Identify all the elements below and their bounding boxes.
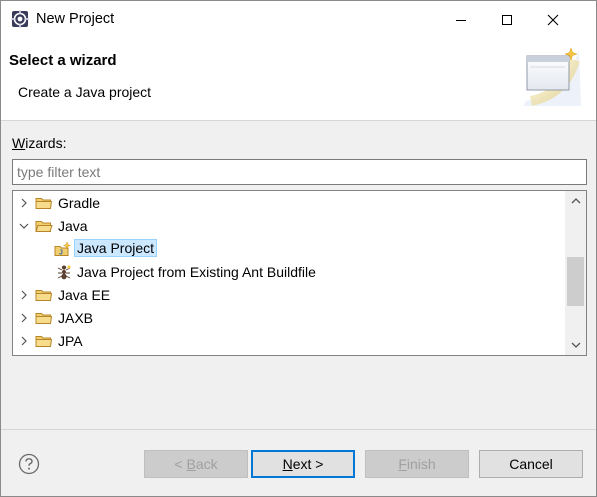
back-rest: ack bbox=[195, 456, 218, 472]
wizard-tree[interactable]: Gradle Java J Java Project Java Project … bbox=[12, 190, 587, 356]
wizards-label-mnemonic: W bbox=[12, 135, 26, 151]
scroll-down-button[interactable] bbox=[565, 335, 586, 355]
tree-item-label: Gradle bbox=[58, 195, 101, 211]
back-mnemonic: B bbox=[186, 456, 196, 472]
tree-item-jpa[interactable]: JPA bbox=[13, 330, 565, 353]
scroll-thumb[interactable] bbox=[567, 257, 584, 306]
minimize-icon bbox=[456, 19, 466, 21]
tree-item-java-project[interactable]: J Java Project bbox=[13, 238, 565, 261]
ant-icon bbox=[57, 264, 72, 280]
banner-description: Create a Java project bbox=[18, 84, 152, 100]
tree-item-label: Java Project bbox=[74, 239, 158, 257]
close-icon bbox=[547, 14, 559, 25]
filter-input[interactable] bbox=[12, 159, 587, 185]
tree-item-label: JAXB bbox=[58, 310, 94, 326]
next-rest: ext > bbox=[292, 456, 324, 472]
tree-item-label: JPA bbox=[58, 333, 83, 349]
chevron-right-icon[interactable] bbox=[18, 334, 30, 348]
eclipse-app-icon bbox=[11, 10, 29, 28]
wizard-header-banner: Select a wizard Create a Java project bbox=[1, 38, 596, 121]
maximize-icon bbox=[502, 14, 512, 25]
svg-text:J: J bbox=[59, 250, 63, 257]
tree-item-label: Java bbox=[58, 218, 88, 234]
chevron-down-icon bbox=[571, 342, 580, 348]
chevron-down-icon[interactable] bbox=[18, 219, 30, 233]
window-title: New Project bbox=[36, 11, 115, 27]
folder-icon bbox=[35, 336, 53, 347]
finish-button[interactable]: Finish bbox=[365, 450, 469, 478]
help-icon[interactable] bbox=[18, 453, 40, 475]
folder-icon bbox=[35, 313, 53, 324]
tree-item-java[interactable]: Java bbox=[13, 215, 565, 238]
title-bar[interactable]: New Project bbox=[1, 1, 596, 38]
wizards-label: Wizards: bbox=[12, 135, 66, 151]
folder-icon bbox=[35, 290, 53, 301]
chevron-up-icon bbox=[571, 198, 580, 204]
back-button[interactable]: < Back bbox=[144, 450, 248, 478]
tree-item-label: Java Project from Existing Ant Buildfile bbox=[77, 264, 316, 280]
chevron-right-icon[interactable] bbox=[18, 288, 30, 302]
maximize-button[interactable] bbox=[484, 1, 530, 38]
tree-vertical-scrollbar[interactable] bbox=[565, 191, 586, 355]
finish-rest: inish bbox=[406, 456, 436, 472]
chevron-right-icon[interactable] bbox=[18, 196, 30, 210]
tree-item-java-project-from-ant[interactable]: Java Project from Existing Ant Buildfile bbox=[13, 261, 565, 284]
folder-icon bbox=[35, 198, 53, 209]
back-prefix: < bbox=[174, 456, 187, 472]
folder-open-icon bbox=[35, 221, 53, 232]
tree-item-java-ee[interactable]: Java EE bbox=[13, 284, 565, 307]
minimize-button[interactable] bbox=[438, 1, 484, 38]
tree-item-label: Java EE bbox=[58, 287, 111, 303]
new-wizard-banner-icon bbox=[523, 47, 581, 106]
next-button[interactable]: Next > bbox=[251, 450, 355, 478]
chevron-right-icon[interactable] bbox=[18, 311, 30, 325]
cancel-button[interactable]: Cancel bbox=[479, 450, 583, 478]
new-project-dialog: New Project Select a wizard Create a Jav… bbox=[0, 0, 597, 497]
finish-mnemonic: F bbox=[398, 456, 407, 472]
next-mnemonic: N bbox=[282, 456, 293, 472]
banner-title: Select a wizard bbox=[9, 52, 117, 69]
scroll-up-button[interactable] bbox=[565, 191, 586, 211]
close-button[interactable] bbox=[530, 1, 576, 38]
wizards-label-rest: izards: bbox=[25, 135, 67, 151]
tree-item-jaxb[interactable]: JAXB bbox=[13, 307, 565, 330]
tree-item-gradle[interactable]: Gradle bbox=[13, 192, 565, 215]
java-project-icon: J bbox=[54, 241, 72, 257]
footer-separator bbox=[1, 429, 596, 430]
